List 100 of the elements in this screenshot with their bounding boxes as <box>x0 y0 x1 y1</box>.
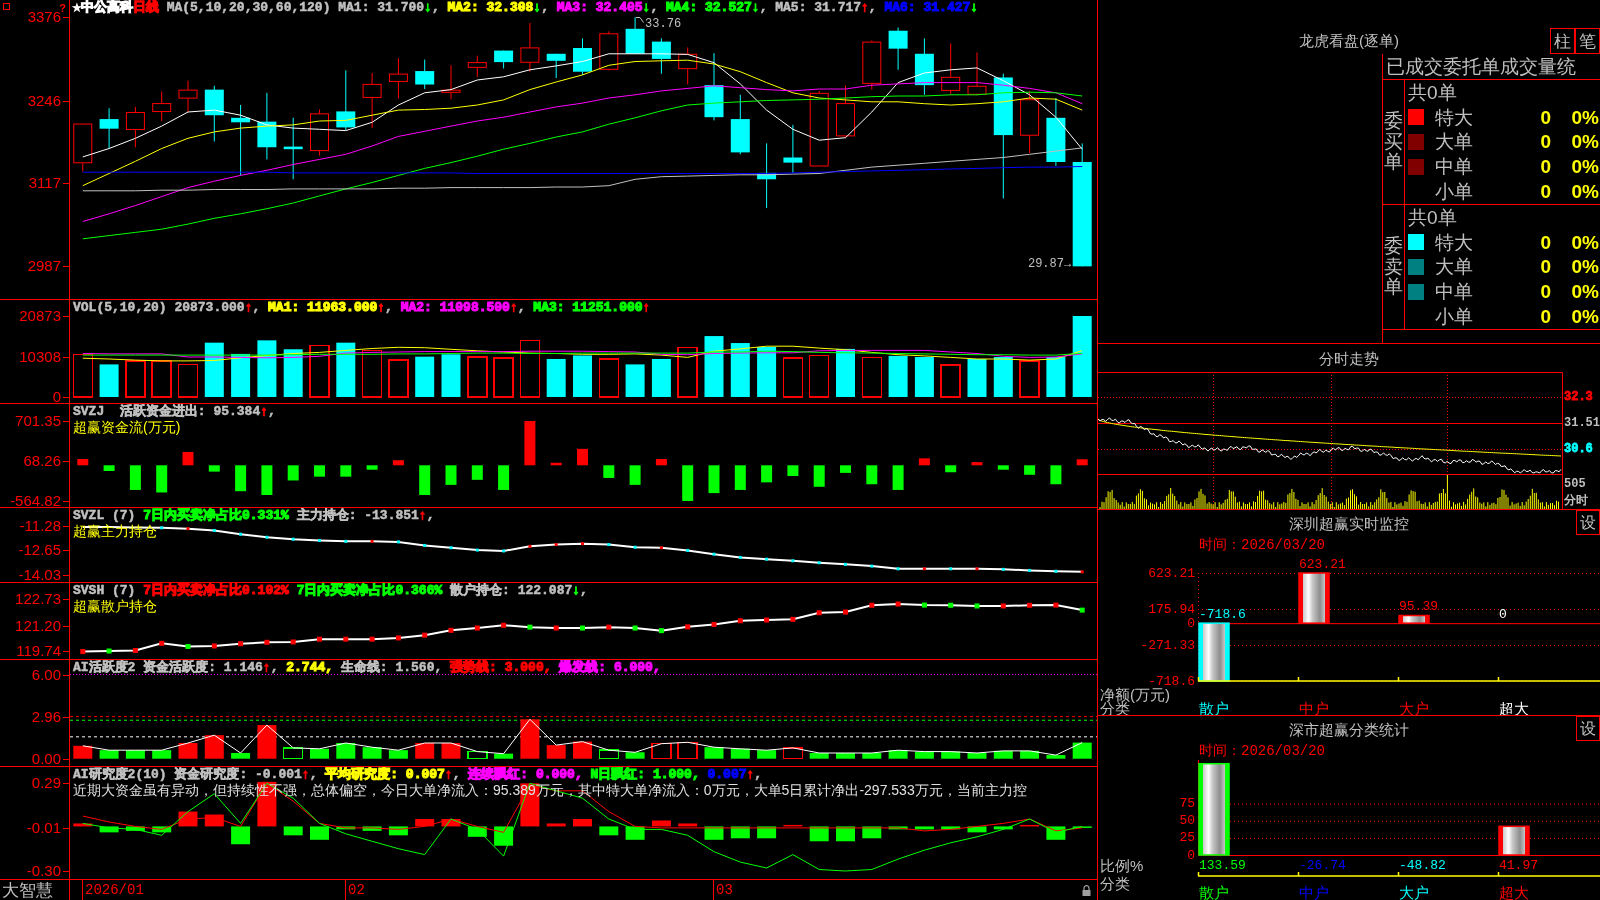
axis-label: 25 <box>1179 830 1195 846</box>
price-annotation: 29.87→ <box>1027 258 1072 271</box>
axis-label: 0.29 <box>31 775 61 792</box>
order-percent: 0% <box>1571 307 1599 327</box>
category-label: 散户 <box>1199 883 1229 900</box>
group-label: 委卖单 <box>1384 235 1403 299</box>
value-label: 41.97 <box>1499 857 1538 873</box>
timestamp: 时间：2026/03/20 <box>1199 744 1325 758</box>
order-count: 0 <box>1540 132 1552 152</box>
axis-label: -718.6 <box>1148 673 1195 689</box>
category-label: 大户 <box>1399 699 1429 715</box>
axis-label: 0 <box>52 389 61 405</box>
axis-label: -11.28 <box>19 518 61 534</box>
value-label: -26.74 <box>1299 857 1346 873</box>
indicator-legend: AI研究度2(10) 资金研究度: -0.001↑, 平均研究度: 0.007↑, 连续飘红: 0.000, N日飘红: 1.000, 0.007↑, <box>73 768 763 782</box>
axis-label: -0.30 <box>26 862 61 879</box>
indicator-legend: VOL(5,10,20) 20873.000↑, MA1: 11963.000↑, MA2: 11098.500↑, MA3: 11251.000↑ <box>73 301 651 315</box>
order-count: 0 <box>1540 307 1552 327</box>
category-label: 大户 <box>1399 883 1429 900</box>
axis-label: 6.00 <box>31 666 61 683</box>
order-size-label: 中单 <box>1434 282 1474 302</box>
price-annotation: 33.76 <box>645 17 682 30</box>
axis-label: 701.35 <box>15 412 61 429</box>
axis-label: 50 <box>1179 813 1195 829</box>
order-percent: 0% <box>1571 132 1599 152</box>
indicator-legend: ★中公高科日线 MA(5,10,20,30,60,120) MA1: 31.700↓, MA2: 32.308↓, MA3: 32.405↓, MA4: 32.527↓, MA5: 31.717↑, MA6: 31.427↓ <box>73 1 979 15</box>
axis-label: 0 <box>1187 615 1195 631</box>
value-label: 133.59 <box>1199 857 1246 873</box>
order-size-label: 小单 <box>1434 182 1474 202</box>
indicator-legend: AI活跃度2 资金活跃度: 1.146↑, 2.744, 生命线: 1.560, 强势线: 3.000, 爆发线: 6.000, <box>73 661 661 675</box>
category-label: 超大 <box>1499 883 1529 900</box>
axis-label: 3376 <box>27 9 61 26</box>
indicator-title: 超赢资金流(万元) <box>73 419 181 435</box>
axis-label: -0.01 <box>26 819 61 836</box>
panel-title: 深圳超赢实时监控 <box>1289 515 1409 531</box>
axis-label: -564.82 <box>10 493 61 509</box>
axis-label: 3246 <box>27 92 61 109</box>
axis-label: 75 <box>1179 796 1195 812</box>
axis-label: 32.3 <box>1564 390 1593 404</box>
indicator-legend: SVSH (7) 7日内买卖净占比0.102% 7日内买卖净占比0.366% 散户持仓: 122.087↓, <box>73 584 588 598</box>
group-label: 委买单 <box>1384 110 1403 174</box>
axis-label: 31.51 <box>1564 416 1600 430</box>
axis-label: -12.65 <box>18 542 61 559</box>
order-percent: 0% <box>1571 182 1599 202</box>
category-label: 中户 <box>1299 699 1329 715</box>
order-size-label: 中单 <box>1434 157 1474 177</box>
order-percent: 0% <box>1571 282 1599 302</box>
value-label: 0 <box>1499 606 1507 622</box>
axis-label: -271.33 <box>1140 637 1195 653</box>
timestamp: 时间：2026/03/20 <box>1199 538 1325 552</box>
order-total: 共0单 <box>1408 82 1457 102</box>
indicator-legend: SVZL (7) 7日内买卖净占比0.331% 主力持仓: -13.851↑, <box>73 509 435 523</box>
axis-label: 175.94 <box>1148 601 1195 617</box>
order-percent: 0% <box>1571 257 1599 277</box>
value-label: -718.6 <box>1199 606 1246 622</box>
order-size-label: 小单 <box>1434 307 1474 327</box>
axis-label: 119.74 <box>16 643 61 659</box>
order-total: 共0单 <box>1408 207 1457 227</box>
order-count: 0 <box>1540 232 1552 252</box>
indicator-title: 超赢散户持仓 <box>73 598 157 614</box>
value-label: 623.21 <box>1299 556 1346 572</box>
indicator-legend: SVZJ 活跃资金进出: 95.384↑, <box>73 405 276 419</box>
axis-label: 121.20 <box>15 617 61 634</box>
axis-label: 623.21 <box>1148 565 1195 581</box>
order-size-label: 特大 <box>1434 232 1474 252</box>
order-count: 0 <box>1540 282 1552 302</box>
value-label: -48.82 <box>1399 857 1446 873</box>
axis-label: 10308 <box>19 349 61 365</box>
order-size-label: 大单 <box>1434 132 1474 152</box>
order-size-label: 大单 <box>1434 257 1474 277</box>
category-label: 超大 <box>1499 699 1529 715</box>
axis-label: 3117 <box>28 175 61 192</box>
category-label: 中户 <box>1299 883 1329 900</box>
date-label: 02 <box>348 882 365 898</box>
order-percent: 0% <box>1571 232 1599 252</box>
axis-label: 2987 <box>27 258 61 275</box>
date-label: 03 <box>716 882 733 898</box>
panel-title: 龙虎看盘(逐单) <box>1299 32 1399 50</box>
panel-title: 分时走势 <box>1319 350 1379 366</box>
date-label: 2026/01 <box>85 882 144 898</box>
axis-label: 68.26 <box>23 452 61 469</box>
axis-label: -14.03 <box>18 567 61 584</box>
order-size-label: 特大 <box>1434 107 1474 127</box>
axis-label: 30.6 <box>1564 442 1593 456</box>
axis-label: 505 <box>1564 477 1586 491</box>
axis-label: 0 <box>1187 847 1195 863</box>
category-label: 散户 <box>1199 699 1229 715</box>
axis-label: 2.96 <box>31 709 61 726</box>
axis-label: 122.73 <box>15 591 61 607</box>
axis-title: 比例% <box>1100 856 1144 874</box>
order-count: 0 <box>1540 107 1552 127</box>
order-count: 0 <box>1540 157 1552 177</box>
order-count: 0 <box>1540 182 1552 202</box>
order-percent: 0% <box>1571 157 1599 177</box>
brand-name: 大智慧 <box>2 881 53 899</box>
axis-label: 分时 <box>1564 494 1588 508</box>
panel-title: 深市超赢分类统计 <box>1289 721 1409 737</box>
order-percent: 0% <box>1571 107 1599 127</box>
table-title: 已成交委托单成交量统 <box>1386 57 1576 76</box>
axis-title: 分类 <box>1100 874 1130 892</box>
